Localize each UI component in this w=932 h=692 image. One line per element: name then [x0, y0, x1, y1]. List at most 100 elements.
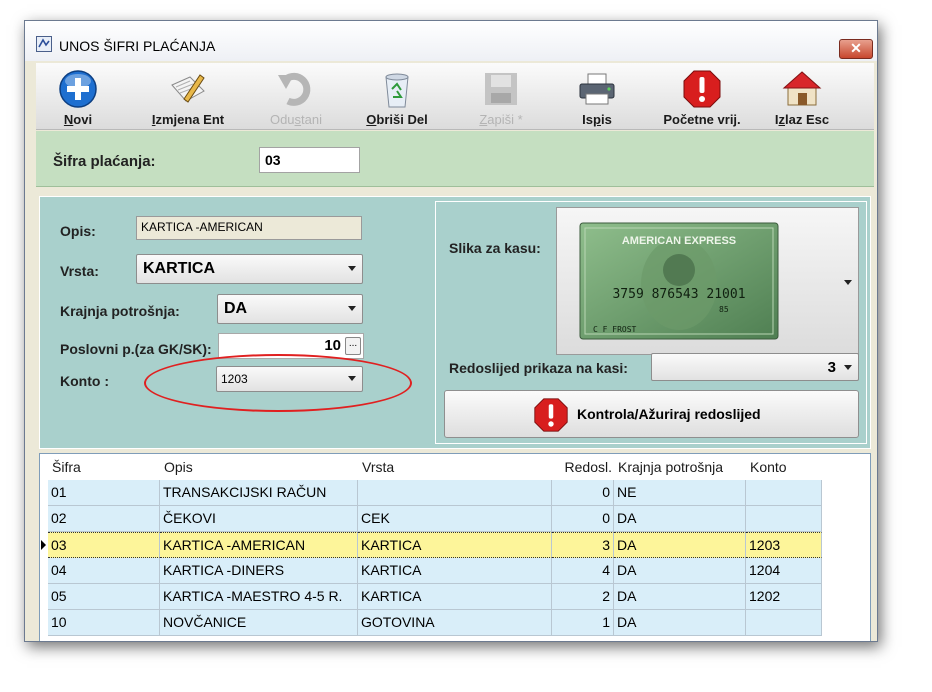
poslovni-value: 10: [324, 337, 341, 354]
header-band: Šifra plaćanja: 03: [36, 131, 874, 187]
vrsta-label: Vrsta:: [60, 263, 99, 279]
table-row[interactable]: 02 ČEKOVI CEK 0 DA: [48, 506, 842, 532]
cell-redosl: 4: [552, 558, 614, 584]
poslovni-lookup-button[interactable]: ...: [345, 337, 361, 355]
slika-dropdown[interactable]: AMERICAN EXPRESS 3759 876543 21001 85 C …: [556, 207, 859, 355]
col-header-opis[interactable]: Opis: [160, 454, 358, 480]
opis-input[interactable]: KARTICA -AMERICAN: [136, 216, 362, 240]
cell-sifra: 10: [48, 610, 160, 636]
odustani-button[interactable]: Odustani: [256, 63, 336, 127]
cell-redosl: 0: [552, 506, 614, 532]
chevron-down-icon: [348, 306, 356, 311]
toolbar: Novi Izmjena Ent Odustani Obriši Del Zap…: [36, 63, 874, 130]
cell-vrsta: GOTOVINA: [358, 610, 552, 636]
cell-krajnja: DA: [614, 610, 746, 636]
redoslijed-dropdown[interactable]: 3: [651, 353, 859, 381]
cell-redosl: 1: [552, 610, 614, 636]
pocetne-vrij-button[interactable]: Početne vrij.: [646, 63, 758, 127]
cell-sifra: 04: [48, 558, 160, 584]
col-header-redosl[interactable]: Redosl.: [552, 454, 614, 480]
col-header-sifra[interactable]: Šifra: [48, 454, 160, 480]
cell-krajnja: DA: [614, 506, 746, 532]
obrisi-button[interactable]: Obriši Del: [352, 63, 442, 127]
main-window: UNOS ŠIFRI PLAĆANJA ✕ Novi Izmjena Ent O…: [24, 20, 878, 642]
table-row[interactable]: 04 KARTICA -DINERS KARTICA 4 DA 1204: [48, 558, 842, 584]
cell-redosl: 3: [552, 532, 614, 558]
app-icon: [36, 36, 52, 52]
kontrola-button[interactable]: Kontrola/Ažuriraj redoslijed: [444, 390, 859, 438]
home-icon: [782, 71, 822, 106]
col-header-vrsta[interactable]: Vrsta: [358, 454, 552, 480]
cell-vrsta: [358, 480, 552, 506]
cell-krajnja: DA: [614, 532, 746, 558]
konto-label: Konto :: [60, 373, 109, 389]
opis-label: Opis:: [60, 223, 96, 239]
cell-redosl: 2: [552, 584, 614, 610]
cell-vrsta: CEK: [358, 506, 552, 532]
close-button[interactable]: ✕: [839, 39, 873, 59]
card-brand-text: AMERICAN EXPRESS: [622, 235, 736, 247]
slika-za-kasu-label: Slika za kasu:: [449, 240, 541, 256]
cell-sifra: 01: [48, 480, 160, 506]
chevron-down-icon: [348, 266, 356, 271]
title-bar: UNOS ŠIFRI PLAĆANJA ✕: [25, 21, 877, 61]
izmjena-button[interactable]: Izmjena Ent: [138, 63, 238, 127]
table-row[interactable]: 05 KARTICA -MAESTRO 4-5 R. KARTICA 2 DA 1202: [48, 584, 842, 610]
cell-vrsta: KARTICA: [358, 584, 552, 610]
izlaz-button[interactable]: Izlaz Esc: [760, 63, 844, 127]
cell-konto: [746, 610, 822, 636]
cell-konto: 1202: [746, 584, 822, 610]
cell-vrsta: KARTICA: [358, 532, 552, 558]
cell-krajnja: NE: [614, 480, 746, 506]
undo-icon: [278, 72, 311, 106]
save-icon: [485, 73, 517, 105]
printer-icon: [579, 73, 615, 105]
col-header-krajnja-potrosnja[interactable]: Krajnja potrošnja: [614, 454, 746, 480]
add-icon: [59, 70, 97, 108]
redoslijed-label: Redoslijed prikaza na kasi:: [449, 360, 628, 376]
highlight-ellipse: [144, 354, 412, 412]
card-holder-text: C F FROST: [593, 325, 637, 334]
cell-konto: 1204: [746, 558, 822, 584]
cell-opis: KARTICA -MAESTRO 4-5 R.: [160, 584, 358, 610]
vrsta-dropdown[interactable]: KARTICA: [136, 254, 363, 284]
krajnja-potrosnja-dropdown[interactable]: DA: [217, 294, 363, 324]
cell-konto: [746, 506, 822, 532]
ispis-button[interactable]: Ispis: [562, 63, 632, 127]
edit-icon: [171, 74, 205, 103]
chevron-down-icon: [844, 280, 852, 285]
card-number-text: 3759 876543 21001: [612, 287, 745, 302]
cell-vrsta: KARTICA: [358, 558, 552, 584]
chevron-down-icon: [844, 365, 852, 370]
sifre-grid: Šifra Opis Vrsta Redosl. Krajnja potrošn…: [39, 453, 871, 641]
table-row[interactable]: 10 NOVČANICE GOTOVINA 1 DA: [48, 610, 842, 636]
row-indicator-icon: [40, 532, 48, 558]
window-title: UNOS ŠIFRI PLAĆANJA: [59, 38, 216, 54]
krajnja-potrosnja-label: Krajnja potrošnja:: [60, 303, 180, 319]
cell-redosl: 0: [552, 480, 614, 506]
novi-button[interactable]: Novi: [48, 63, 108, 127]
stop-icon: [683, 70, 721, 108]
table-row[interactable]: 01 TRANSAKCIJSKI RAČUN 0 NE: [48, 480, 842, 506]
cell-opis: TRANSAKCIJSKI RAČUN: [160, 480, 358, 506]
cell-opis: KARTICA -DINERS: [160, 558, 358, 584]
form-panel: Opis: KARTICA -AMERICAN Vrsta: KARTICA K…: [39, 196, 871, 449]
krajnja-potrosnja-value: DA: [224, 300, 248, 317]
card-image: AMERICAN EXPRESS 3759 876543 21001 85 C …: [579, 222, 779, 340]
card-small-text: 85: [719, 305, 729, 314]
kasa-panel: Slika za kasu: AMERICAN EXPRESS 3759 876…: [435, 201, 867, 444]
zapisi-button[interactable]: Zapiši *: [466, 63, 536, 127]
stop-icon: [534, 398, 568, 432]
cell-krajnja: DA: [614, 558, 746, 584]
cell-sifra: 05: [48, 584, 160, 610]
cell-krajnja: DA: [614, 584, 746, 610]
sifra-placanja-label: Šifra plaćanja:: [53, 153, 156, 170]
col-header-konto[interactable]: Konto: [746, 454, 822, 480]
vrsta-value: KARTICA: [143, 260, 215, 277]
cell-sifra: 02: [48, 506, 160, 532]
redoslijed-value: 3: [827, 359, 836, 376]
table-row[interactable]: 03 KARTICA -AMERICAN KARTICA 3 DA 1203: [48, 532, 842, 558]
cell-konto: [746, 480, 822, 506]
sifra-placanja-input[interactable]: 03: [259, 147, 360, 173]
cell-opis: NOVČANICE: [160, 610, 358, 636]
